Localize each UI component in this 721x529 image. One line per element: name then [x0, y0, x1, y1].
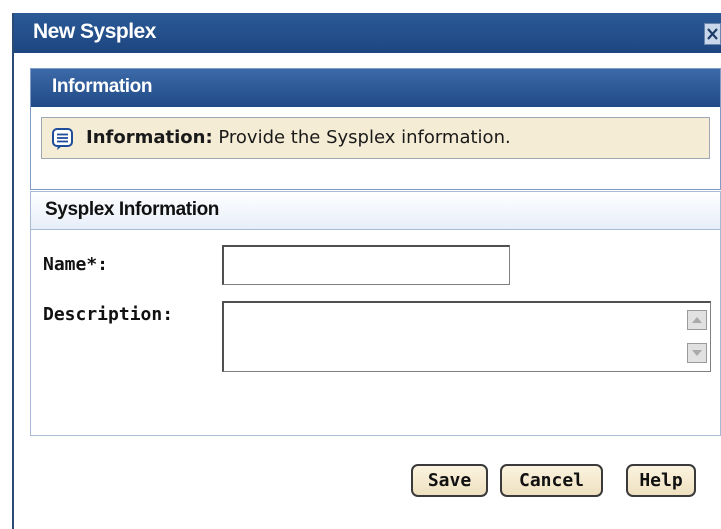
- description-scroll-down-button[interactable]: [687, 343, 707, 363]
- name-label: Name*:: [43, 254, 109, 275]
- dialog-title: New Sysplex: [33, 20, 156, 43]
- information-message: Information: Provide the Sysplex informa…: [41, 117, 710, 159]
- save-button[interactable]: Save: [411, 464, 488, 497]
- scroll-up-arrow-icon: [692, 317, 702, 323]
- close-button[interactable]: [704, 23, 721, 45]
- description-label: Description:: [43, 304, 174, 325]
- information-panel: Information Information: Provide the Sys…: [30, 68, 721, 190]
- close-icon: [707, 28, 718, 40]
- sysplex-form: Name*: Description:: [31, 230, 720, 435]
- info-message-icon: [52, 128, 73, 150]
- sysplex-information-header: Sysplex Information: [31, 192, 720, 230]
- cancel-button[interactable]: Cancel: [500, 464, 603, 497]
- sysplex-information-panel: Sysplex Information Name*: Description:: [30, 191, 721, 436]
- information-message-body: Provide the Sysplex information.: [212, 127, 511, 148]
- information-panel-title: Information: [52, 76, 153, 97]
- information-message-text: Information: Provide the Sysplex informa…: [86, 127, 511, 148]
- dialog-title-bar[interactable]: New Sysplex: [14, 13, 721, 53]
- scroll-down-arrow-icon: [692, 350, 702, 356]
- information-message-label: Information:: [86, 127, 213, 148]
- name-input[interactable]: [222, 245, 510, 285]
- information-panel-header: Information: [31, 69, 720, 107]
- new-sysplex-dialog: New Sysplex Information Information: Pro…: [12, 13, 721, 529]
- description-scroll-up-button[interactable]: [687, 310, 707, 330]
- sysplex-information-title: Sysplex Information: [45, 199, 219, 220]
- help-button[interactable]: Help: [626, 464, 696, 497]
- description-textarea[interactable]: [222, 301, 711, 372]
